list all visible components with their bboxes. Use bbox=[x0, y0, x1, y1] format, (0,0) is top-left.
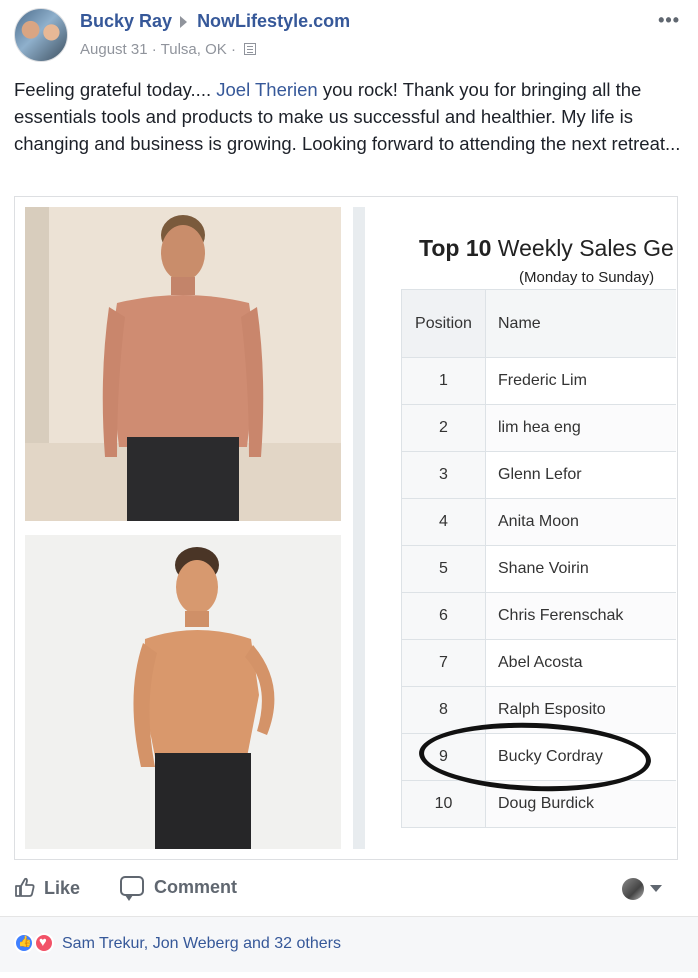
sales-title-rest: Weekly Sales Ge bbox=[491, 235, 674, 261]
post-message: Feeling grateful today.... Joel Therien … bbox=[14, 76, 694, 157]
position-cell: 1 bbox=[401, 357, 486, 405]
name-cell: Chris Ferenschak bbox=[485, 592, 676, 640]
avatar-dropdown-icon[interactable] bbox=[622, 878, 644, 900]
like-reaction-icon[interactable] bbox=[14, 933, 34, 953]
reactions-summary-link[interactable]: Sam Trekur, Jon Weberg and 32 others bbox=[62, 935, 341, 953]
position-cell: 4 bbox=[401, 498, 486, 546]
mention-link[interactable]: Joel Therien bbox=[216, 79, 317, 100]
image-divider bbox=[353, 207, 365, 849]
before-photo bbox=[25, 207, 341, 521]
sales-title: Top 10 Weekly Sales Ge bbox=[419, 235, 674, 262]
after-photo bbox=[25, 535, 341, 849]
author-avatar[interactable] bbox=[14, 8, 68, 62]
name-cell: Abel Acosta bbox=[485, 639, 676, 687]
author-name-link[interactable]: Bucky Ray bbox=[80, 11, 172, 31]
comment-button[interactable]: Comment bbox=[120, 876, 238, 901]
post-location-link[interactable]: Tulsa, OK bbox=[161, 41, 227, 58]
sales-title-bold: Top 10 bbox=[419, 235, 492, 261]
meta-separator: · bbox=[230, 41, 236, 58]
table-row: 4 Anita Moon bbox=[401, 498, 676, 546]
thumbs-up-icon bbox=[15, 877, 35, 897]
name-cell: Frederic Lim bbox=[485, 357, 676, 405]
reactions-bar: Sam Trekur, Jon Weberg and 32 others bbox=[0, 916, 698, 972]
arrow-right-icon bbox=[180, 15, 188, 28]
position-cell: 7 bbox=[401, 639, 486, 687]
table-row: 2 lim hea eng bbox=[401, 404, 676, 452]
position-cell: 6 bbox=[401, 592, 486, 640]
page-name-link[interactable]: NowLifestyle.com bbox=[197, 11, 350, 31]
privacy-icon[interactable] bbox=[244, 43, 257, 55]
position-cell: 2 bbox=[401, 404, 486, 452]
table-row: 3 Glenn Lefor bbox=[401, 451, 676, 499]
table-row: 1 Frederic Lim bbox=[401, 357, 676, 405]
col-name: Name bbox=[485, 289, 676, 358]
name-cell: Shane Voirin bbox=[485, 545, 676, 593]
post-date-link[interactable]: August 31 bbox=[80, 41, 148, 58]
comment-label: Comment bbox=[154, 877, 238, 897]
sales-table-header: Position Name bbox=[401, 289, 676, 358]
chevron-down-icon[interactable] bbox=[650, 885, 662, 892]
name-cell: lim hea eng bbox=[485, 404, 676, 452]
sales-subtitle: (Monday to Sunday) bbox=[519, 269, 655, 286]
like-label: Like bbox=[44, 878, 81, 898]
table-row: 6 Chris Ferenschak bbox=[401, 592, 676, 640]
position-cell: 10 bbox=[401, 780, 486, 828]
before-photo-figure bbox=[25, 207, 341, 521]
position-cell: 5 bbox=[401, 545, 486, 593]
post-photo[interactable]: Top 10 Weekly Sales Ge (Monday to Sunday… bbox=[14, 196, 678, 860]
love-reaction-icon[interactable] bbox=[34, 933, 54, 953]
table-row: 5 Shane Voirin bbox=[401, 545, 676, 593]
author-line: Bucky Ray NowLifestyle.com bbox=[80, 11, 350, 32]
after-photo-figure bbox=[25, 535, 341, 849]
table-row: 7 Abel Acosta bbox=[401, 639, 676, 687]
name-cell: Anita Moon bbox=[485, 498, 676, 546]
like-button[interactable]: Like bbox=[14, 876, 80, 899]
col-position: Position bbox=[401, 289, 486, 358]
comment-icon bbox=[120, 876, 144, 901]
post-actions: Like Comment bbox=[0, 866, 698, 910]
post-meta: August 31 · Tulsa, OK · bbox=[80, 41, 257, 58]
post-header: Bucky Ray NowLifestyle.com August 31 · Tu… bbox=[0, 0, 698, 72]
meta-separator: · bbox=[151, 41, 157, 58]
name-cell: Glenn Lefor bbox=[485, 451, 676, 499]
post-text-start: Feeling grateful today.... bbox=[14, 79, 217, 100]
more-icon[interactable]: ••• bbox=[658, 10, 680, 31]
position-cell: 3 bbox=[401, 451, 486, 499]
